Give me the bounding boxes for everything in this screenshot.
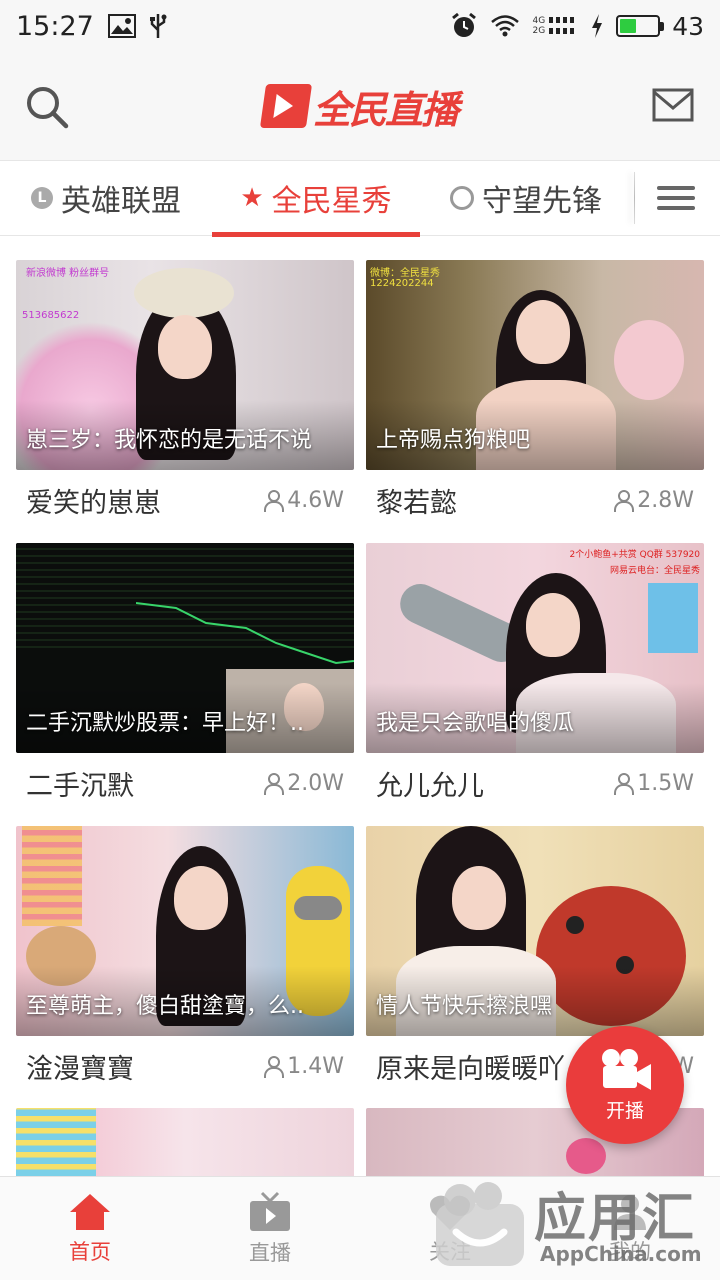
charging-icon	[592, 14, 603, 38]
streamer-name: 黎若懿	[376, 487, 457, 519]
start-live-button[interactable]: 开播	[566, 1026, 684, 1144]
star-icon: ★	[240, 183, 264, 213]
app-header: 全民直播	[0, 52, 720, 160]
tv-icon	[250, 1191, 290, 1231]
stock-chart-graphic	[136, 602, 354, 665]
start-live-label: 开播	[605, 1099, 644, 1122]
usb-icon	[149, 14, 167, 38]
status-bar: 15:27 4G 2G 43	[0, 0, 720, 52]
image-icon	[107, 14, 136, 38]
stream-title: 上帝赐点狗粮吧	[376, 428, 531, 453]
stream-thumbnail: 二手沉默炒股票：早上好！..	[16, 543, 354, 753]
wifi-icon	[491, 15, 520, 37]
streamer-name: 二手沉默	[26, 770, 134, 802]
stream-thumbnail: 至尊萌主，傻白甜塗寶，么..	[16, 826, 354, 1036]
stream-thumbnail	[16, 1108, 354, 1176]
camera-icon	[602, 1048, 651, 1090]
heart-icon	[430, 1195, 470, 1230]
signal-bars-icon	[549, 17, 575, 34]
lol-icon: L	[31, 187, 53, 209]
viewer-count: 1.5W	[613, 771, 694, 796]
stream-card[interactable]	[16, 1108, 354, 1176]
app-logo: 全民直播	[259, 79, 459, 134]
viewer-count: 1.4W	[263, 1054, 344, 1079]
mail-icon[interactable]	[652, 88, 694, 122]
alarm-icon	[452, 12, 477, 37]
menu-icon[interactable]	[635, 160, 717, 236]
stream-thumbnail: 新浪微博 粉丝群号 513685622 崽三岁：我怀恋的是无话不说	[16, 260, 354, 470]
streamer-name: 爱笑的崽崽	[26, 487, 161, 519]
viewer-count: 2.0W	[263, 771, 344, 796]
nav-home[interactable]: 首页	[0, 1177, 180, 1280]
user-icon	[614, 1195, 646, 1230]
viewer-icon	[613, 490, 635, 512]
stream-card[interactable]: 微博：全民星秀 1224202244 上帝赐点狗粮吧 黎若懿 2.8W	[366, 260, 704, 530]
stream-card[interactable]: 至尊萌主，傻白甜塗寶，么.. 淦漫寶寶 1.4W	[16, 826, 354, 1096]
viewer-icon	[263, 1056, 285, 1078]
battery-level: 43	[672, 11, 704, 41]
stream-title: 情人节快乐擦浪嘿	[376, 994, 553, 1019]
streamer-name: 淦漫寶寶	[26, 1053, 134, 1085]
overwatch-icon	[450, 186, 474, 210]
viewer-count: 2.8W	[613, 488, 694, 513]
status-time: 15:27	[16, 10, 94, 42]
category-tabs: L 英雄联盟 ★ 全民星秀 守望先锋	[0, 160, 720, 237]
logo-text: 全民直播	[312, 87, 459, 132]
viewer-icon	[263, 773, 285, 795]
stream-title: 至尊萌主，傻白甜塗寶，么..	[26, 994, 304, 1019]
stream-thumbnail: 微博：全民星秀 1224202244 上帝赐点狗粮吧	[366, 260, 704, 470]
nav-profile[interactable]: 我的	[540, 1177, 720, 1280]
tab-star-show[interactable]: ★ 全民星秀	[212, 160, 420, 237]
battery-icon	[616, 15, 665, 37]
logo-mark	[259, 84, 313, 128]
stream-title: 崽三岁：我怀恋的是无话不说	[26, 428, 313, 453]
stream-card[interactable]: 2个小鲍鱼+共赏 QQ群 537920 网易云电台：全民星秀 我是只会歌唱的傻瓜…	[366, 543, 704, 813]
streamer-name: 允儿允儿	[376, 770, 484, 802]
viewer-icon	[613, 773, 635, 795]
nav-follow[interactable]: 关注	[360, 1177, 540, 1280]
tab-overwatch[interactable]: 守望先锋	[420, 160, 632, 236]
viewer-icon	[263, 490, 285, 512]
stream-card[interactable]: 二手沉默炒股票：早上好！.. 二手沉默 2.0W	[16, 543, 354, 813]
tab-label: 全民星秀	[271, 184, 392, 219]
stream-thumbnail: 情人节快乐擦浪嘿	[366, 826, 704, 1036]
signal-indicator: 4G 2G	[532, 14, 578, 38]
nav-live[interactable]: 直播	[180, 1177, 360, 1280]
stream-title: 我是只会歌唱的傻瓜	[376, 711, 575, 736]
tab-label: 英雄联盟	[61, 184, 181, 219]
streamer-name: 原来是向暖暖吖	[376, 1053, 565, 1085]
home-icon	[70, 1194, 110, 1230]
bottom-nav: 首页 直播 关注 我的	[0, 1176, 720, 1280]
search-icon[interactable]	[24, 84, 70, 130]
stream-title: 二手沉默炒股票：早上好！..	[26, 711, 304, 736]
stream-card[interactable]: 新浪微博 粉丝群号 513685622 崽三岁：我怀恋的是无话不说 爱笑的崽崽 …	[16, 260, 354, 530]
tab-lol[interactable]: L 英雄联盟	[0, 160, 212, 236]
stream-thumbnail: 2个小鲍鱼+共赏 QQ群 537920 网易云电台：全民星秀 我是只会歌唱的傻瓜	[366, 543, 704, 753]
viewer-count: 4.6W	[263, 488, 344, 513]
tab-label: 守望先锋	[482, 184, 602, 219]
